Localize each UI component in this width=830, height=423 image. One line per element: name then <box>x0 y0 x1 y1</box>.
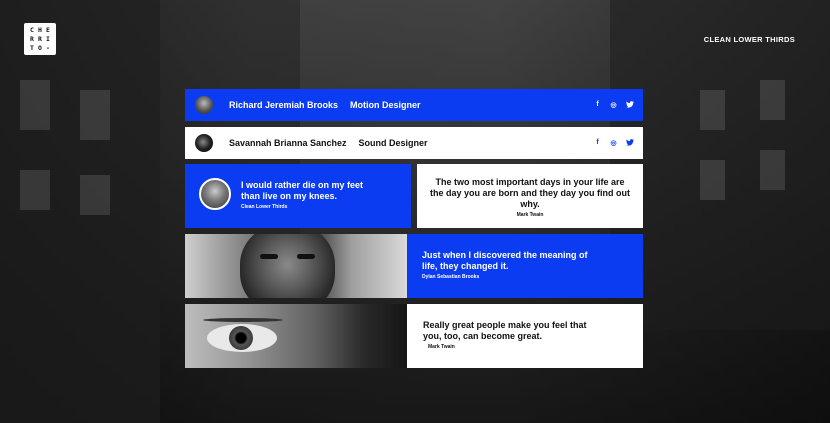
quote-author: Clean Lower Thirds <box>241 204 288 210</box>
lower-third-bar-2: Savannah Brianna Sanchez Sound Designer … <box>185 127 643 159</box>
lower-third-bar-1: Richard Jeremiah Brooks Motion Designer … <box>185 89 643 121</box>
brand-logo: CHE RRI TO- <box>24 23 56 55</box>
instagram-icon[interactable]: ◎ <box>610 139 617 148</box>
avatar <box>195 96 213 114</box>
facebook-icon[interactable]: f <box>594 101 601 110</box>
person-name: Richard Jeremiah Brooks <box>229 100 339 110</box>
quote-author: Mark Twain <box>516 212 544 218</box>
quote-author: Mark Twain <box>428 344 455 350</box>
quote-text: Really great people make you feel that y… <box>423 320 587 341</box>
twitter-icon[interactable] <box>626 100 634 110</box>
person-role: Motion Designer <box>350 100 421 110</box>
quote-card-2: The two most important days in your life… <box>417 164 643 228</box>
quote-text: I would rather die on my feet than live … <box>241 180 364 201</box>
portrait-photo-man <box>185 234 407 298</box>
quote-text: Just when I discovered the meaning of li… <box>422 250 588 271</box>
person-name: Savannah Brianna Sanchez <box>229 138 347 148</box>
social-icons: f ◎ <box>594 138 634 148</box>
person-role: Sound Designer <box>358 138 428 148</box>
twitter-icon[interactable] <box>626 138 634 148</box>
social-icons: f ◎ <box>594 100 634 110</box>
quote-card-4: Really great people make you feel that y… <box>407 304 643 368</box>
facebook-icon[interactable]: f <box>594 139 601 148</box>
instagram-icon[interactable]: ◎ <box>610 101 617 110</box>
portrait-photo-eye <box>185 304 407 368</box>
quote-card-3: Just when I discovered the meaning of li… <box>407 234 643 298</box>
quote-card-1: I would rather die on my feet than live … <box>185 164 411 228</box>
page-title: CLEAN LOWER THIRDS <box>703 35 795 44</box>
quote-text: The two most important days in your life… <box>429 177 631 209</box>
avatar <box>199 178 231 210</box>
avatar <box>195 134 213 152</box>
quote-author: Dylan Sebastian Brooks <box>422 274 480 280</box>
